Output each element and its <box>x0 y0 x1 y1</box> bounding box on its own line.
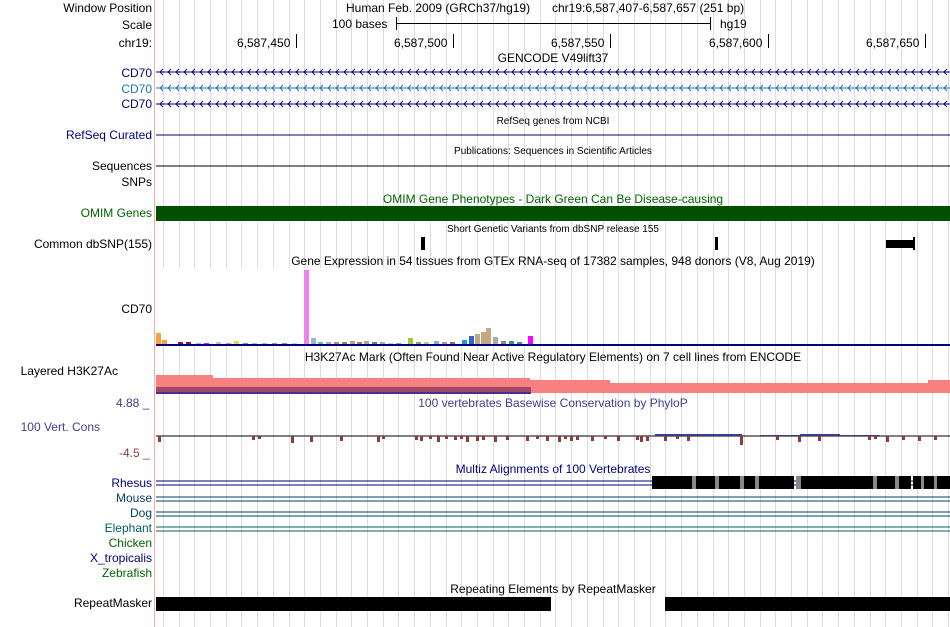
rhesus-block[interactable] <box>759 476 794 489</box>
rhesus-block[interactable] <box>913 476 921 489</box>
phylop-negative-bar[interactable] <box>591 436 594 441</box>
phylop-negative-bar[interactable] <box>536 436 539 439</box>
dbsnp-variant-3-edge[interactable] <box>913 237 915 250</box>
gtex-tissue-bar[interactable] <box>311 338 316 345</box>
phylop-negative-bar[interactable] <box>494 436 497 442</box>
gtex-tissue-bar[interactable] <box>486 328 491 345</box>
rhesus-block[interactable] <box>899 476 911 489</box>
phylop-negative-bar[interactable] <box>558 436 561 442</box>
phylop-negative-bar[interactable] <box>340 436 343 441</box>
phylop-negative-bar[interactable] <box>740 436 743 445</box>
rhesus-block[interactable] <box>877 476 895 489</box>
phylop-negative-bar[interactable] <box>437 436 440 442</box>
phylop-positive-bar[interactable] <box>760 435 800 436</box>
rhesus-block[interactable] <box>801 476 873 489</box>
phylop-negative-bar[interactable] <box>570 436 573 441</box>
omim-bar[interactable] <box>156 206 950 221</box>
gtex-tissue-bar[interactable] <box>408 338 413 345</box>
gtex-tissue-bar[interactable] <box>156 333 161 345</box>
track-graphics[interactable] <box>0 0 950 627</box>
rhesus-block[interactable] <box>696 476 716 489</box>
dbsnp-variant-1[interactable] <box>421 237 425 250</box>
phylop-positive-bar[interactable] <box>800 434 840 436</box>
rhesus-block-gap <box>895 476 899 489</box>
phylop-negative-bar[interactable] <box>886 436 889 442</box>
rhesus-block[interactable] <box>719 476 741 489</box>
phylop-negative-bar[interactable] <box>258 436 261 439</box>
rhesus-block-gap <box>715 476 719 489</box>
phylop-negative-bar[interactable] <box>687 436 690 441</box>
phylop-negative-bar[interactable] <box>506 436 509 440</box>
phylop-negative-bar[interactable] <box>310 436 313 442</box>
phylop-negative-bar[interactable] <box>918 436 921 441</box>
phylop-negative-bar[interactable] <box>252 436 255 440</box>
phylop-negative-bar[interactable] <box>664 436 667 441</box>
phylop-negative-bar[interactable] <box>576 436 579 440</box>
rhesus-block-gap <box>934 476 937 489</box>
dbsnp-variant-3[interactable] <box>886 240 914 248</box>
gtex-tissue-bar[interactable] <box>475 334 480 345</box>
phylop-negative-bar[interactable] <box>640 436 643 442</box>
phylop-negative-bar[interactable] <box>526 436 529 441</box>
phylop-negative-bar[interactable] <box>676 436 679 439</box>
gtex-tissue-bar[interactable] <box>528 336 533 345</box>
phylop-negative-bar[interactable] <box>776 436 779 440</box>
rhesus-block[interactable] <box>937 476 950 489</box>
phylop-negative-bar[interactable] <box>382 436 385 439</box>
phylop-negative-bar[interactable] <box>546 436 549 441</box>
phylop-negative-bar[interactable] <box>476 436 479 441</box>
gtex-tissue-bar[interactable] <box>469 336 474 345</box>
phylop-negative-bar[interactable] <box>818 436 821 441</box>
phylop-negative-bar[interactable] <box>874 436 877 439</box>
phylop-negative-bar[interactable] <box>466 436 469 442</box>
gtex-tissue-bar[interactable] <box>304 270 309 345</box>
phylop-negative-bar[interactable] <box>454 436 457 440</box>
phylop-negative-bar[interactable] <box>798 436 801 442</box>
phylop-positive-bar[interactable] <box>840 435 880 436</box>
phylop-negative-bar[interactable] <box>158 436 161 442</box>
rmsk-block-2[interactable] <box>665 597 950 611</box>
rhesus-block-gap <box>796 476 801 489</box>
gtex-tissue-bar[interactable] <box>481 332 486 345</box>
phylop-negative-bar[interactable] <box>646 436 649 441</box>
gencode-transcripts[interactable] <box>156 68 950 108</box>
phylop-negative-bar[interactable] <box>420 436 423 441</box>
phylop-positive-bar[interactable] <box>702 434 742 436</box>
rhesus-block-gap <box>921 476 924 489</box>
rhesus-block-gap <box>873 476 877 489</box>
rmsk-block-1[interactable] <box>156 597 551 611</box>
rhesus-block[interactable] <box>652 476 692 489</box>
phylop-negative-bar[interactable] <box>604 436 607 439</box>
dbsnp-variant-2[interactable] <box>715 237 718 250</box>
phylop-negative-bar[interactable] <box>445 436 448 439</box>
rhesus-block-gap <box>692 476 696 489</box>
phylop-negative-bar[interactable] <box>429 436 432 439</box>
h3k27-graph[interactable] <box>156 375 950 394</box>
phylop-negative-bar[interactable] <box>934 436 937 440</box>
phylop-negative-bar[interactable] <box>564 436 567 439</box>
rhesus-block[interactable] <box>744 476 756 489</box>
phylop-negative-bar[interactable] <box>617 436 620 441</box>
phylop-negative-bar[interactable] <box>415 436 418 440</box>
gtex-tissue-bar[interactable] <box>493 337 498 345</box>
phylop-negative-bar[interactable] <box>460 436 463 439</box>
phylop-negative-bar[interactable] <box>902 436 905 440</box>
phylop-negative-bar[interactable] <box>291 436 294 443</box>
phylop-negative-bar[interactable] <box>482 436 485 440</box>
rhesus-block-gap <box>740 476 744 489</box>
phylop-negative-bar[interactable] <box>868 436 871 440</box>
rhesus-block[interactable] <box>924 476 934 489</box>
phylop-negative-bar[interactable] <box>377 436 380 442</box>
rhesus-block-gap <box>755 476 759 489</box>
rhesus-alignment-blocks[interactable] <box>652 476 950 489</box>
phylop-positive-bar[interactable] <box>655 434 695 436</box>
phylop-negative-bar[interactable] <box>636 436 639 440</box>
